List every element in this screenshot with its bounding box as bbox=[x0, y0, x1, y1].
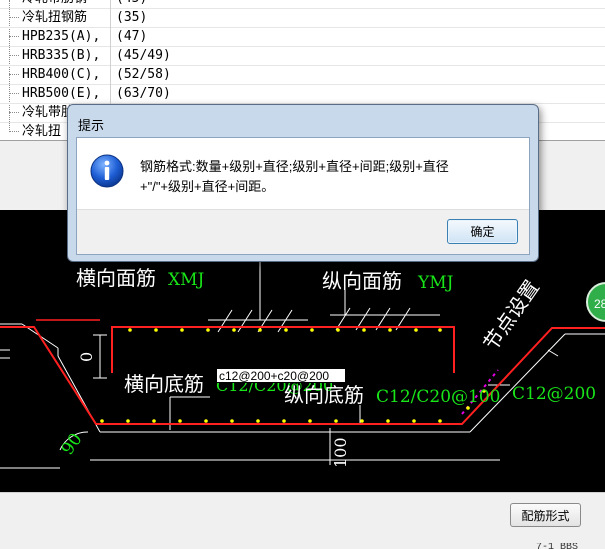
bar-dot bbox=[388, 328, 392, 332]
column-separator bbox=[110, 0, 111, 8]
bar-dot bbox=[204, 419, 208, 423]
grade-name: HPB235(A), bbox=[22, 29, 101, 44]
dialog-message-line: +"/"+级别+直径+间距。 bbox=[140, 179, 275, 194]
ok-button[interactable]: 确定 bbox=[447, 219, 518, 244]
rebar-formula-input[interactable]: c12@200+c20@200 bbox=[216, 368, 346, 383]
grade-row[interactable]: HRB400(C), (52/58) bbox=[0, 65, 605, 85]
bar-dot bbox=[152, 419, 156, 423]
label-slope-value: C12@200 bbox=[512, 384, 596, 404]
grade-value: (35) bbox=[116, 10, 148, 25]
grade-name: 冷轧带肋钢 bbox=[22, 0, 108, 7]
bar-dot bbox=[360, 419, 364, 423]
bar-dot bbox=[178, 419, 182, 423]
grade-value: (52/58) bbox=[116, 67, 171, 82]
tree-branch bbox=[9, 74, 19, 75]
bar-dot bbox=[310, 328, 314, 332]
column-separator bbox=[110, 27, 111, 46]
dialog-footer: 确定 bbox=[77, 209, 529, 254]
bar-dot bbox=[284, 328, 288, 332]
dialog-body: 钢筋格式:数量+级别+直径;级别+直径+间距;级别+直径 +"/"+级别+直径+… bbox=[76, 137, 530, 255]
reinforcement-form-button[interactable]: 配筋形式 bbox=[510, 503, 581, 527]
info-icon-dot bbox=[104, 160, 110, 166]
grade-name: 冷轧扭钢筋 bbox=[22, 10, 88, 25]
tree-branch bbox=[9, 131, 19, 132]
bar-dot bbox=[154, 328, 158, 332]
grade-row[interactable]: HRB335(B), (45/49) bbox=[0, 46, 605, 66]
top-rebar-line bbox=[111, 326, 455, 373]
bottom-toolbar: 配筋形式 7-1 BBS bbox=[0, 492, 605, 549]
grade-value: (45) bbox=[116, 0, 316, 7]
column-separator bbox=[110, 84, 111, 103]
dimension-angle: 90 bbox=[58, 430, 87, 459]
tree-branch bbox=[9, 36, 19, 37]
dialog-title: 提示 bbox=[78, 118, 105, 133]
label-bottom-longitudinal: 纵向底筋 bbox=[284, 383, 364, 407]
bar-dot bbox=[126, 419, 130, 423]
hatch-line bbox=[217, 309, 233, 333]
label-top-horizontal: 横向面筋 bbox=[76, 266, 156, 290]
outline-line bbox=[469, 333, 566, 433]
grade-row[interactable]: HPB235(A), (47) bbox=[0, 27, 605, 47]
info-icon bbox=[90, 154, 124, 188]
column-separator bbox=[110, 65, 111, 84]
hatch-line bbox=[237, 309, 253, 333]
bar-dot bbox=[414, 328, 418, 332]
bar-dot bbox=[206, 328, 210, 332]
bar-dot bbox=[334, 419, 338, 423]
grade-row[interactable]: HRB500(E), (63/70) bbox=[0, 84, 605, 104]
grade-row[interactable]: 冷轧扭钢筋 (35) bbox=[0, 8, 605, 28]
bar-dot bbox=[336, 328, 340, 332]
bar-dot bbox=[438, 328, 442, 332]
dimension-depth: 100 bbox=[331, 437, 350, 468]
bar-dot bbox=[412, 419, 416, 423]
grade-value: (47) bbox=[116, 29, 148, 44]
bar-dot bbox=[362, 328, 366, 332]
bar-dot bbox=[308, 419, 312, 423]
tree-branch bbox=[9, 112, 19, 113]
grade-name: HRB400(C), bbox=[22, 67, 101, 82]
label-top-horizontal-code: XMJ bbox=[168, 270, 205, 290]
tree-branch bbox=[9, 55, 19, 56]
column-separator bbox=[110, 8, 111, 27]
tree-branch bbox=[9, 93, 19, 94]
bar-dot bbox=[180, 328, 184, 332]
column-separator bbox=[110, 46, 111, 65]
bar-dot bbox=[230, 419, 234, 423]
label-top-longitudinal: 纵向面筋 bbox=[322, 269, 402, 293]
bar-dot bbox=[258, 328, 262, 332]
dialog-message-line: 钢筋格式:数量+级别+直径;级别+直径+间距;级别+直径 bbox=[140, 159, 449, 174]
grade-name: HRB335(B), bbox=[22, 48, 101, 63]
grade-value: (45/49) bbox=[116, 48, 171, 63]
bar-dot bbox=[438, 419, 442, 423]
bar-dot bbox=[282, 419, 286, 423]
grade-value: (63/70) bbox=[116, 86, 171, 101]
label-node-settings: 节点设置 bbox=[478, 276, 544, 355]
outline-line bbox=[547, 349, 559, 357]
grade-name: HRB500(E), bbox=[22, 86, 101, 101]
dimension-zero: 0 bbox=[77, 352, 96, 362]
bar-dot bbox=[256, 419, 260, 423]
bar-dot bbox=[100, 419, 104, 423]
tree-branch bbox=[9, 17, 19, 18]
bar-dot bbox=[232, 328, 236, 332]
status-fragment: 7-1 BBS bbox=[536, 543, 579, 549]
prompt-dialog: 提示 钢筋格式:数量+级别+直径;级别+直径+间距;级别+直径 +"/"+级别+… bbox=[67, 104, 539, 262]
label-bottom-horizontal: 横向底筋 bbox=[124, 372, 204, 396]
bar-dot bbox=[128, 328, 132, 332]
bar-dot bbox=[386, 419, 390, 423]
dialog-message: 钢筋格式:数量+级别+直径;级别+直径+间距;级别+直径 +"/"+级别+直径+… bbox=[140, 157, 520, 197]
label-top-longitudinal-code: YMJ bbox=[417, 273, 454, 293]
info-icon-stem bbox=[104, 167, 110, 180]
label-bottom-longitudinal-value: C12/C20@100 bbox=[376, 387, 500, 407]
